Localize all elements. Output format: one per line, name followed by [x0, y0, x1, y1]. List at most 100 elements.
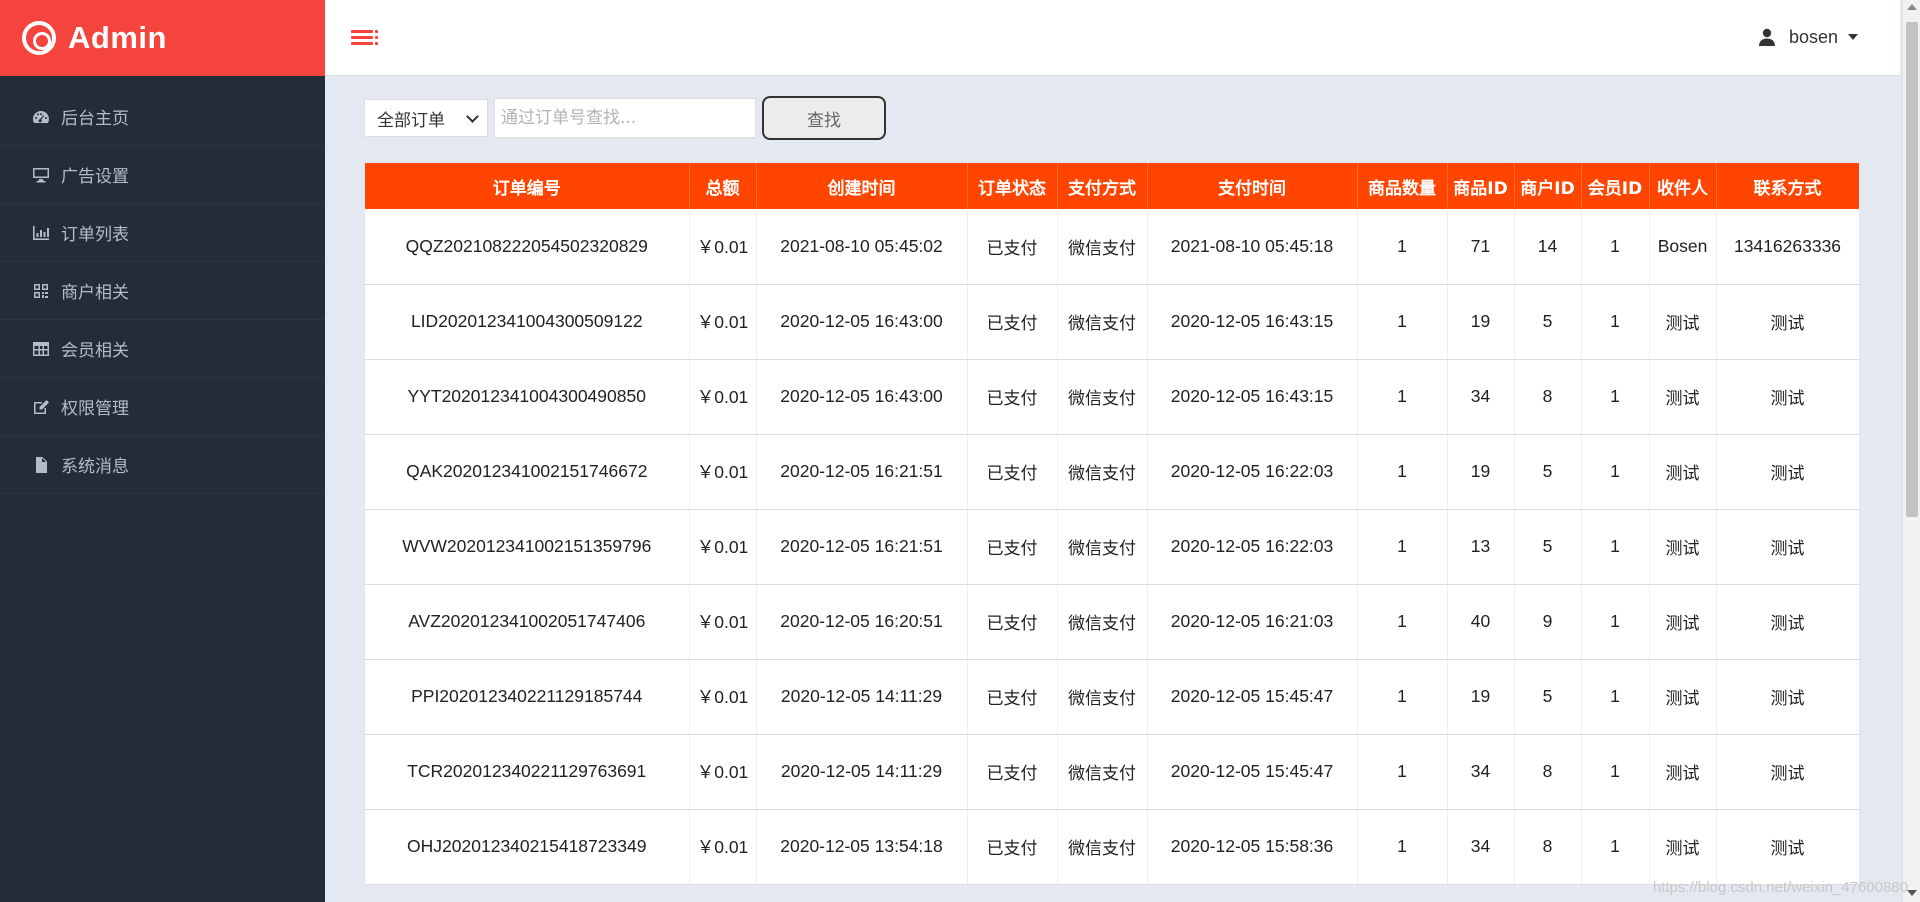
sidebar-item-dashboard[interactable]: 后台主页 — [0, 88, 325, 146]
table-row[interactable]: TCR202012340221129763691 ￥0.01 2020-12-05 … — [365, 734, 1859, 810]
brand-title: Admin — [68, 20, 167, 55]
table-cell: 2020-12-05 16:43:15 — [1147, 359, 1358, 435]
watermark: https://blog.csdn.net/weixin_47600880 — [1652, 879, 1908, 896]
table-cell: 1 — [1357, 509, 1448, 585]
table-cell: ￥0.01 — [689, 734, 757, 810]
sidebar-item-label: 后台主页 — [61, 109, 129, 129]
table-cell: 71 — [1447, 209, 1515, 285]
brand-header[interactable]: Admin — [0, 0, 325, 76]
table-row[interactable]: PPI202012340221129185744 ￥0.01 2020-12-05 … — [365, 659, 1859, 735]
search-button[interactable]: 查找 — [762, 96, 886, 140]
table-row[interactable]: AVZ202012341002051747406 ￥0.01 2020-12-05 … — [365, 584, 1859, 660]
table-cell: 2020-12-05 16:21:51 — [756, 434, 968, 510]
sidebar-item-label: 系统消息 — [61, 457, 129, 477]
table-cell: Bosen — [1649, 209, 1717, 285]
scroll-down-icon[interactable] — [1907, 890, 1917, 896]
bar-chart-icon — [32, 225, 50, 241]
table-cell: 已支付 — [967, 359, 1058, 435]
vertical-scrollbar[interactable] — [1902, 0, 1920, 902]
table-cell: 8 — [1514, 359, 1582, 435]
menu-toggle-icon[interactable] — [351, 30, 378, 46]
column-header: 商户ID — [1514, 163, 1582, 209]
table-cell: 19 — [1447, 434, 1515, 510]
sidebar-item-orders[interactable]: 订单列表 — [0, 204, 325, 262]
table-cell: 测试 — [1716, 809, 1859, 885]
table-cell: 已支付 — [967, 509, 1058, 585]
table-cell: 1 — [1581, 659, 1650, 735]
table-cell: 2020-12-05 15:45:47 — [1147, 659, 1358, 735]
order-filter-select[interactable]: 全部订单 — [364, 99, 488, 137]
column-header: 订单编号 — [365, 163, 690, 209]
table-cell: 1 — [1357, 209, 1448, 285]
table-row[interactable]: OHJ202012340215418723349 ￥0.01 2020-12-05 … — [365, 809, 1859, 885]
table-cell: 1 — [1581, 809, 1650, 885]
sidebar-item-label: 权限管理 — [61, 399, 129, 419]
order-search-input[interactable] — [494, 98, 756, 138]
column-header: 支付时间 — [1147, 163, 1358, 209]
column-header: 会员ID — [1581, 163, 1650, 209]
table-cell: 40 — [1447, 584, 1515, 660]
table-cell: QQZ202108222054502320829 — [365, 209, 690, 285]
table-cell: 2020-12-05 15:58:36 — [1147, 809, 1358, 885]
table-cell: 2020-12-05 16:43:00 — [756, 359, 968, 435]
table-cell: 34 — [1447, 809, 1515, 885]
table-cell: ￥0.01 — [689, 659, 757, 735]
chevron-down-icon — [466, 110, 479, 123]
column-header: 联系方式 — [1716, 163, 1859, 209]
table-cell: 微信支付 — [1057, 359, 1148, 435]
table-cell: 13416263336 — [1716, 209, 1859, 285]
table-cell: 34 — [1447, 359, 1515, 435]
chevron-down-icon — [1848, 34, 1858, 40]
table-cell: 测试 — [1649, 584, 1717, 660]
sidebar-item-label: 订单列表 — [61, 225, 129, 245]
table-cell: 微信支付 — [1057, 809, 1148, 885]
table-cell: 已支付 — [967, 809, 1058, 885]
table-cell: 测试 — [1649, 509, 1717, 585]
table-cell: 微信支付 — [1057, 734, 1148, 810]
table-cell: 2020-12-05 16:22:03 — [1147, 434, 1358, 510]
table-cell: 1 — [1357, 584, 1448, 660]
table-row[interactable]: WVW202012341002151359796 ￥0.01 2020-12-05 … — [365, 509, 1859, 585]
table-cell: 19 — [1447, 659, 1515, 735]
table-cell: QAK202012341002151746672 — [365, 434, 690, 510]
sidebar-menu: 后台主页 广告设置 订单列表 商户相关 会员相关 权限管理 系统消息 — [0, 76, 325, 494]
table-row[interactable]: QQZ202108222054502320829 ￥0.01 2021-08-10 … — [365, 209, 1859, 285]
table-cell: 1 — [1357, 359, 1448, 435]
table-cell: PPI202012340221129185744 — [365, 659, 690, 735]
sidebar: Admin 后台主页 广告设置 订单列表 商户相关 会员相关 权限管理 系统消息 — [0, 0, 325, 902]
sidebar-item-messages[interactable]: 系统消息 — [0, 436, 325, 494]
table-cell: 5 — [1514, 509, 1582, 585]
table-cell: 1 — [1357, 809, 1448, 885]
table-row[interactable]: LID202012341004300509122 ￥0.01 2020-12-05 … — [365, 284, 1859, 360]
table-cell: 测试 — [1649, 359, 1717, 435]
user-menu[interactable]: bosen — [1758, 22, 1858, 52]
sidebar-item-permissions[interactable]: 权限管理 — [0, 378, 325, 436]
table-cell: 微信支付 — [1057, 509, 1148, 585]
table-cell: 2020-12-05 13:54:18 — [756, 809, 968, 885]
sidebar-item-members[interactable]: 会员相关 — [0, 320, 325, 378]
table-cell: 5 — [1514, 659, 1582, 735]
table-cell: ￥0.01 — [689, 209, 757, 285]
column-header: 收件人 — [1649, 163, 1717, 209]
table-cell: 测试 — [1649, 284, 1717, 360]
scroll-up-icon[interactable] — [1907, 4, 1917, 10]
table-row[interactable]: QAK202012341002151746672 ￥0.01 2020-12-05 … — [365, 434, 1859, 510]
scrollbar-thumb[interactable] — [1906, 22, 1918, 517]
table-cell: 测试 — [1649, 659, 1717, 735]
table-cell: 1 — [1581, 284, 1650, 360]
table-cell: ￥0.01 — [689, 584, 757, 660]
order-filter-value: 全部订单 — [377, 110, 445, 131]
file-icon — [32, 456, 50, 473]
table-cell: 2021-08-10 05:45:18 — [1147, 209, 1358, 285]
sidebar-item-merchants[interactable]: 商户相关 — [0, 262, 325, 320]
sidebar-item-ads[interactable]: 广告设置 — [0, 146, 325, 204]
table-cell: 测试 — [1716, 509, 1859, 585]
table-cell: 测试 — [1716, 359, 1859, 435]
table-cell: 2020-12-05 16:43:15 — [1147, 284, 1358, 360]
table-cell: ￥0.01 — [689, 284, 757, 360]
table-row[interactable]: YYT202012341004300490850 ￥0.01 2020-12-05 … — [365, 359, 1859, 435]
column-header: 创建时间 — [756, 163, 968, 209]
table-cell: 测试 — [1716, 434, 1859, 510]
table-cell: AVZ202012341002051747406 — [365, 584, 690, 660]
table-cell: 测试 — [1716, 584, 1859, 660]
